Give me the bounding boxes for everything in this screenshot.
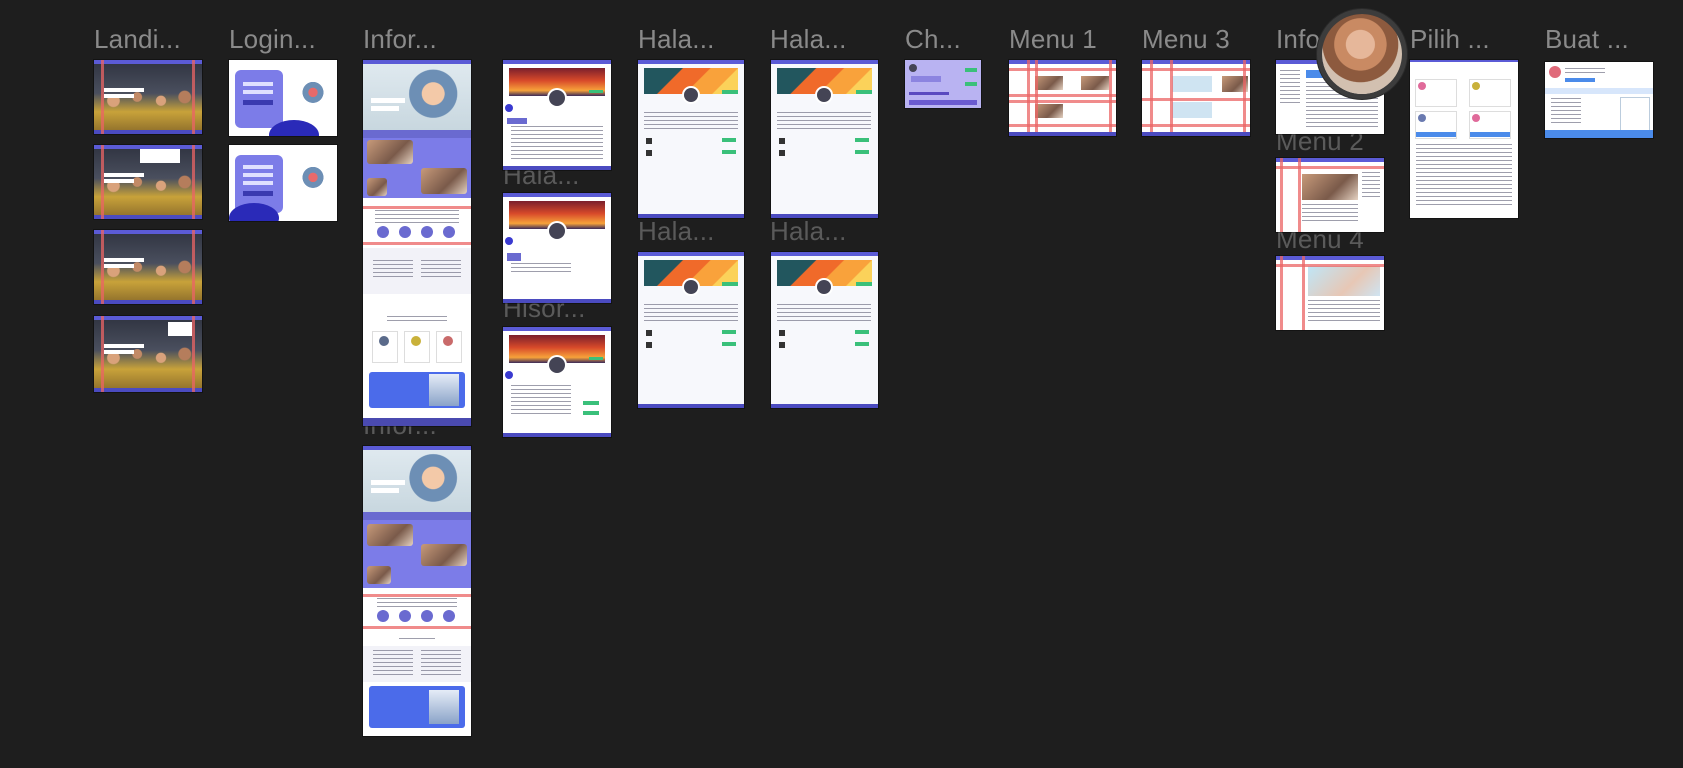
frame-landing[interactable] (94, 230, 202, 304)
frame-label-info[interactable]: Infor... (363, 24, 437, 54)
frame-label-hala[interactable]: Hala... (770, 216, 847, 246)
frame-label-hala[interactable]: Hala... (638, 216, 715, 246)
design-canvas[interactable]: { "canvas": { "background": "#1e1e1e" },… (0, 0, 1683, 768)
frame-login[interactable] (229, 60, 337, 136)
frame-hala[interactable] (638, 252, 744, 408)
frame-label-login[interactable]: Login... (229, 24, 316, 54)
frame-label-buat[interactable]: Buat ... (1545, 24, 1629, 54)
frame-ch[interactable] (905, 60, 981, 108)
frame-label-hala[interactable]: Hala... (638, 24, 715, 54)
frame-menu-4[interactable] (1276, 256, 1384, 330)
frame-landing[interactable] (94, 145, 202, 219)
frame-menu-2[interactable] (1276, 158, 1384, 232)
frame-menu-1[interactable] (1009, 60, 1116, 136)
frame-buat[interactable] (1545, 62, 1653, 138)
frame-label-menu-3[interactable]: Menu 3 (1142, 24, 1230, 54)
frame-label-landing[interactable]: Landi... (94, 24, 181, 54)
frame-label-menu-1[interactable]: Menu 1 (1009, 24, 1097, 54)
frame-landing[interactable] (94, 316, 202, 392)
collaborator-avatar-icon[interactable] (1322, 14, 1402, 94)
frame-label-pilih[interactable]: Pilih ... (1410, 24, 1490, 54)
frame-pilih[interactable] (1410, 60, 1518, 218)
frame-label-info[interactable]: Info (1276, 24, 1320, 54)
frame-hala[interactable] (503, 60, 611, 170)
frame-label-ch[interactable]: Ch... (905, 24, 961, 54)
frame-hisor[interactable] (503, 327, 611, 437)
frame-login[interactable] (229, 145, 337, 221)
frame-landing[interactable] (94, 60, 202, 134)
frame-info[interactable] (363, 60, 471, 426)
frame-hala[interactable] (771, 60, 878, 218)
frame-label-hala[interactable]: Hala... (770, 24, 847, 54)
frame-hala[interactable] (771, 252, 878, 408)
frame-info[interactable] (363, 446, 471, 736)
frame-hala[interactable] (503, 193, 611, 303)
frame-menu-3[interactable] (1142, 60, 1250, 136)
frame-hala[interactable] (638, 60, 744, 218)
